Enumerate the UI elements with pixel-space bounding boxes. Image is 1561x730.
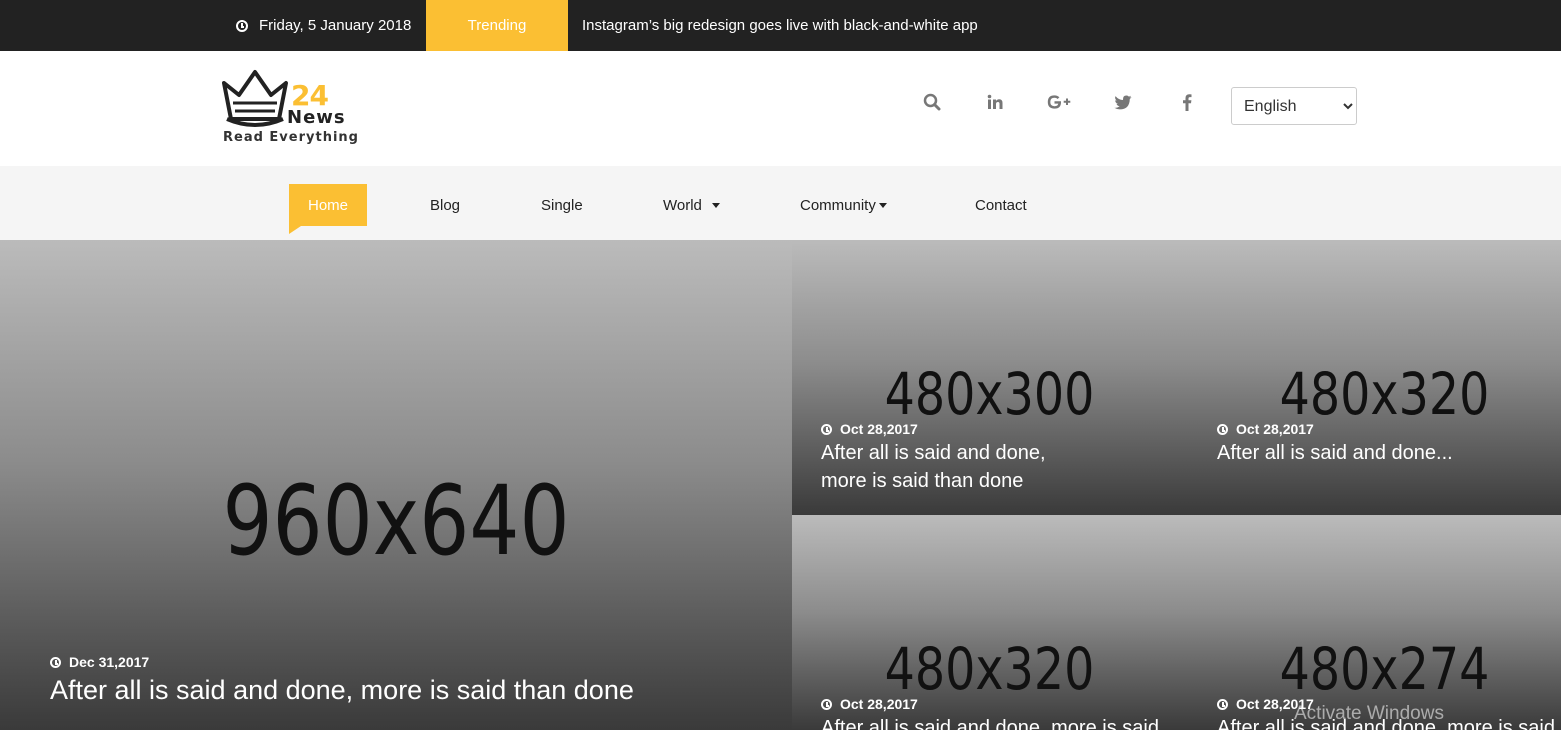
post-date-text: Dec 31,2017 — [69, 654, 150, 670]
nav-label-single: Single — [541, 196, 583, 214]
featured-post-main[interactable]: 960x640 Dec 31,2017 After all is said an… — [0, 240, 792, 730]
chevron-down-icon — [878, 202, 887, 208]
image-placeholder: 480x274 — [1279, 635, 1490, 703]
crown-icon — [222, 70, 288, 127]
clock-icon — [236, 19, 248, 32]
facebook-icon[interactable] — [1172, 87, 1202, 117]
top-bar: Friday, 5 January 2018 Trending Instagra… — [0, 0, 1561, 71]
nav-label-community: Community — [800, 196, 876, 214]
date-text: Friday, 5 January 2018 — [259, 17, 412, 34]
nav-label-contact: Contact — [975, 196, 1027, 214]
site-logo[interactable]: 24 News Read Everything — [221, 69, 361, 149]
clock-icon — [821, 698, 832, 710]
featured-post-top: 480x300 480x320 Oct 28,2017 After all is… — [792, 240, 1561, 515]
main-nav: Home Blog Single World Community Contact — [0, 166, 1561, 240]
post-date: Oct 28,2017 — [1217, 421, 1314, 437]
nav-item-home[interactable]: Home — [289, 184, 368, 234]
post-date-text: Oct 28,2017 — [1236, 421, 1314, 437]
search-icon[interactable] — [917, 87, 947, 117]
logo-tagline: Read Everything — [223, 130, 359, 145]
clock-icon — [1217, 698, 1228, 710]
nav-label-blog: Blog — [430, 196, 461, 214]
post-title-link[interactable]: After all is said and done, more is said… — [821, 439, 1091, 495]
clock-icon — [50, 656, 61, 668]
windows-activation-watermark: Activate Windows — [1294, 703, 1444, 724]
trending-label: Trending — [426, 0, 568, 71]
google-plus-icon[interactable] — [1044, 87, 1074, 117]
chevron-down-icon — [711, 202, 720, 208]
post-date-text: Oct 28,2017 — [840, 696, 918, 712]
image-placeholder: 480x300 — [884, 360, 1095, 428]
image-placeholder: 960x640 — [222, 465, 570, 577]
post-date: Oct 28,2017 — [821, 421, 918, 437]
current-date: Friday, 5 January 2018 — [236, 0, 411, 51]
trending-headline-link[interactable]: Instagram’s big redesign goes live with … — [582, 0, 978, 51]
nav-label-home: Home — [308, 196, 349, 214]
image-placeholder: 480x320 — [884, 635, 1095, 703]
site-header: 24 News Read Everything English — [0, 51, 1561, 166]
linkedin-icon[interactable] — [980, 87, 1010, 117]
nav-item-single[interactable]: Single — [541, 184, 583, 226]
nav-item-community[interactable]: Community — [800, 184, 887, 226]
post-date: Dec 31,2017 — [50, 654, 149, 670]
image-placeholder: 480x320 — [1279, 360, 1490, 428]
post-date: Oct 28,2017 — [821, 696, 918, 712]
post-title-link[interactable]: After all is said and done, more is said — [821, 714, 1201, 730]
language-select[interactable]: English — [1231, 87, 1357, 125]
post-title-link[interactable]: After all is said and done, more is said… — [50, 675, 634, 706]
clock-icon — [821, 423, 832, 435]
nav-item-blog[interactable]: Blog — [430, 184, 460, 226]
post-date-text: Oct 28,2017 — [840, 421, 918, 437]
post-title-link[interactable]: After all is said and done... — [1217, 439, 1547, 467]
twitter-icon[interactable] — [1108, 87, 1138, 117]
featured-post-bottom: 480x320 480x274 Oct 28,2017 After all is… — [792, 515, 1561, 730]
clock-icon — [1217, 423, 1228, 435]
logo-word: News — [287, 107, 346, 128]
nav-item-world[interactable]: World — [663, 184, 720, 226]
nav-item-contact[interactable]: Contact — [975, 184, 1027, 226]
nav-label-world: World — [663, 196, 702, 214]
